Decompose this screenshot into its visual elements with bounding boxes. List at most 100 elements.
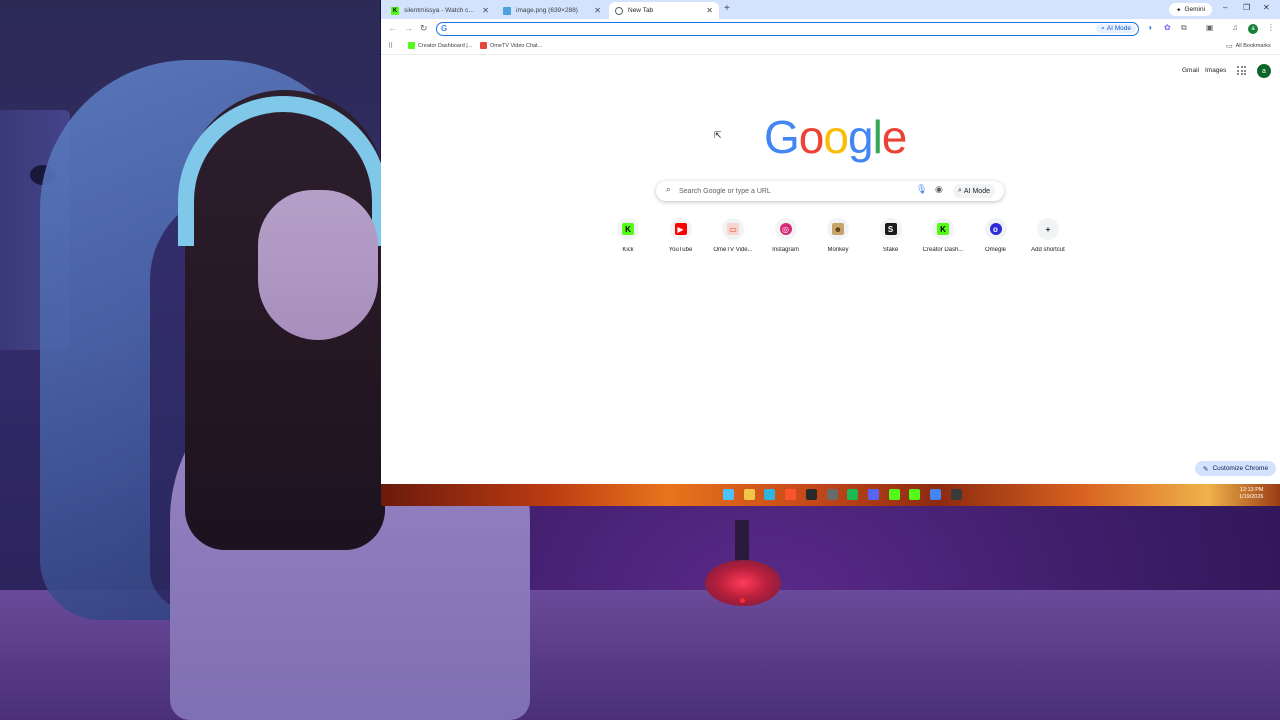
ometv-icon: ▭ <box>727 223 739 235</box>
bookmarks-bar: ⠿ Creator Dashboard |... OmeTV Video Cha… <box>381 40 1280 54</box>
extension-icon[interactable]: ✿ <box>1164 23 1171 32</box>
shortcut-icon-circle: ☻ <box>827 218 849 240</box>
shortcut-tile[interactable]: ◎ Instagram <box>759 216 813 260</box>
shortcut-tile[interactable]: o Omegle <box>969 216 1023 260</box>
gemini-button[interactable]: ✦ Gemini <box>1169 3 1213 16</box>
kick-icon[interactable] <box>888 489 900 500</box>
monkey-icon: ☻ <box>832 223 844 235</box>
shortcut-label: Instagram <box>772 247 799 253</box>
minimize-button[interactable]: – <box>1223 3 1227 12</box>
shortcut-tile[interactable]: K Kick <box>601 216 655 260</box>
stake-icon: S <box>884 223 897 235</box>
tab-image-png[interactable]: image.png (639×288) ✕ <box>497 2 607 19</box>
shortcut-icon-circle: ◎ <box>774 218 797 240</box>
profile-avatar[interactable]: a <box>1248 24 1258 34</box>
address-bar[interactable]: G ⌕ AI Mode <box>436 22 1139 36</box>
chrome-icon <box>615 6 623 15</box>
obs-icon[interactable] <box>950 489 962 500</box>
restore-button[interactable]: ❐ <box>1243 3 1250 12</box>
omegle-icon: o <box>989 223 1002 235</box>
search-input[interactable] <box>679 185 909 197</box>
google-account-avatar[interactable]: a <box>1257 64 1271 78</box>
shortcuts-grid: K Kick ▶ YouTube ▭ OmeTV Vide... ◎ Instagram ☻ Mo… <box>601 216 1071 260</box>
bookmark-ometv[interactable]: OmeTV Video Chat... <box>480 42 542 49</box>
shortcut-label: Add shortcut <box>1031 247 1065 253</box>
windows-taskbar: 12:13 PM 1/19/2026 <box>381 484 1280 506</box>
omnibox-ai-mode-button[interactable]: ⌕ AI Mode <box>1096 24 1136 33</box>
terminal-icon[interactable] <box>805 489 817 500</box>
new-tab-button[interactable]: + <box>724 3 730 14</box>
shortcut-tile[interactable]: ▶ YouTube <box>654 216 708 260</box>
google-lens-icon[interactable]: ◉ <box>935 184 943 195</box>
brave-icon[interactable] <box>785 489 797 500</box>
shortcut-tile[interactable]: ☻ Monkey <box>811 216 865 260</box>
chrome-icon[interactable] <box>930 489 941 500</box>
tab-strip: K silentmissya - Watch clips on K... ✕ i… <box>381 0 1280 19</box>
shortcut-label: Omegle <box>984 247 1006 253</box>
spotify-icon[interactable] <box>847 489 859 500</box>
address-input[interactable] <box>452 23 1092 34</box>
ometv-icon <box>480 42 487 49</box>
chrome-window: K silentmissya - Watch clips on K... ✕ i… <box>381 0 1280 484</box>
edge-icon[interactable] <box>764 489 776 500</box>
toolbar-divider <box>381 54 1280 55</box>
youtube-icon: ▶ <box>674 223 687 235</box>
side-panel-icon[interactable]: ▣ <box>1206 23 1214 32</box>
ai-mode-icon: ⌕ <box>1101 24 1105 32</box>
tab-new-tab[interactable]: New Tab ✕ <box>609 2 719 19</box>
shortcut-label: Stake <box>882 247 899 253</box>
kick-app-icon[interactable] <box>909 489 921 500</box>
mouse-cursor-icon: ⇱ <box>714 130 722 140</box>
close-window-button[interactable]: ✕ <box>1263 3 1270 12</box>
tab-kick-clips[interactable]: K silentmissya - Watch clips on K... ✕ <box>385 2 495 19</box>
search-icon: ⌕ <box>666 184 672 194</box>
images-link[interactable]: Images <box>1205 67 1226 74</box>
close-icon[interactable]: ✕ <box>594 6 601 15</box>
shortcut-tile[interactable]: K Creator Dash... <box>916 216 970 260</box>
shortcut-icon-circle: ▶ <box>669 218 692 240</box>
gmail-link[interactable]: Gmail <box>1182 67 1199 74</box>
kick-icon: K <box>391 6 399 15</box>
microphone-icon[interactable]: 🎙︎ <box>916 184 927 195</box>
gemini-sparkle-icon: ✦ <box>1176 6 1182 14</box>
shortcut-tile[interactable]: ▭ OmeTV Vide... <box>706 216 760 260</box>
google-search-box[interactable]: ⌕ 🎙︎ ◉ ⌕ AI Mode <box>656 181 1004 201</box>
google-apps-icon[interactable] <box>1237 66 1246 75</box>
shortcut-icon-circle: K <box>932 218 954 240</box>
pencil-icon: ✎ <box>1203 465 1209 473</box>
instagram-icon: ◎ <box>779 223 792 235</box>
shortcut-tile[interactable]: S Stake <box>864 216 918 260</box>
app-icon[interactable] <box>826 489 838 500</box>
lamp-indicator-light <box>740 598 745 603</box>
shortcut-tile[interactable]: + Add shortcut <box>1021 216 1075 260</box>
windows-start-icon[interactable] <box>723 489 734 500</box>
close-icon[interactable]: ✕ <box>706 6 713 15</box>
image-icon <box>503 6 511 15</box>
media-controls-icon[interactable]: ♫ <box>1232 23 1238 32</box>
ai-mode-button[interactable]: ⌕ AI Mode <box>953 184 995 198</box>
extensions-puzzle-icon[interactable]: ⧉ <box>1181 23 1187 33</box>
all-bookmarks-button[interactable]: ▭ All Bookmarks <box>1226 42 1271 50</box>
bookmark-creator-dashboard[interactable]: Creator Dashboard |... <box>408 42 472 49</box>
shortcut-icon-circle: K <box>617 218 639 240</box>
reload-icon[interactable]: ↻ <box>420 23 428 34</box>
kick-icon <box>408 42 415 49</box>
shortcut-label: OmeTV Vide... <box>713 247 753 253</box>
google-g-icon: G <box>441 24 448 33</box>
forward-arrow-icon[interactable]: → <box>404 23 413 33</box>
discord-icon[interactable] <box>867 489 879 500</box>
streamer-face <box>258 190 378 340</box>
shortcut-label: Monkey <box>827 247 849 253</box>
shortcut-label: Kick <box>622 247 634 253</box>
back-arrow-icon[interactable]: ← <box>388 23 397 33</box>
google-logo: Google <box>764 111 907 163</box>
extension-icon[interactable]: ◗ <box>1148 23 1153 32</box>
apps-grid-icon[interactable]: ⠿ <box>388 42 393 50</box>
close-icon[interactable]: ✕ <box>482 6 489 15</box>
customize-chrome-button[interactable]: ✎ Customize Chrome <box>1195 461 1277 476</box>
folder-icon: ▭ <box>1226 43 1233 50</box>
shortcut-icon-circle: S <box>879 218 902 240</box>
file-explorer-icon[interactable] <box>743 489 755 500</box>
system-clock[interactable]: 12:13 PM 1/19/2026 <box>1239 487 1263 501</box>
kebab-menu-icon[interactable]: ⋮ <box>1267 23 1275 32</box>
